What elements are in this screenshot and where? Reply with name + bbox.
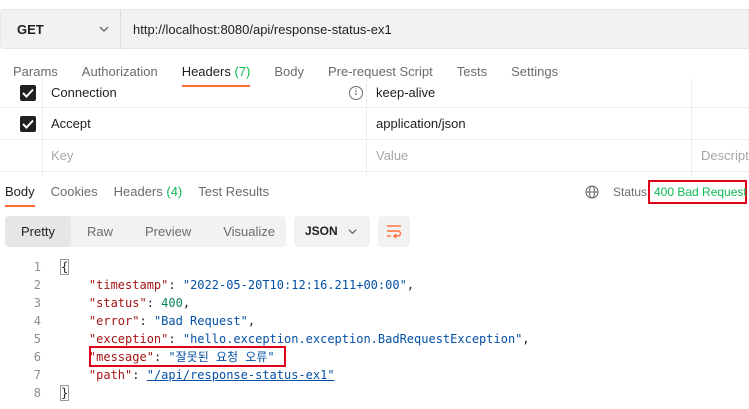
visualize-button[interactable]: Visualize — [207, 216, 291, 247]
checkbox-connection[interactable] — [20, 85, 36, 101]
json-key: "timestamp" — [88, 278, 169, 292]
status-value: 400 Bad Request — [654, 185, 747, 199]
table-row: Accept application/json — [0, 108, 749, 140]
tab-test-results[interactable]: Test Results — [190, 177, 277, 207]
url-text: http://localhost:8080/api/response-statu… — [133, 21, 392, 37]
header-value[interactable]: keep-alive — [376, 79, 435, 111]
table-row-new: Key Value Descript — [0, 140, 749, 172]
wrap-icon — [387, 225, 402, 239]
line-number: 8 — [33, 386, 41, 400]
raw-button[interactable]: Raw — [71, 216, 129, 247]
response-body-code: 1 { 2 "timestamp": "2022-05-20T10:12:16.… — [0, 258, 749, 402]
check-icon — [22, 119, 34, 129]
status-label: Status: — [613, 185, 651, 199]
pretty-button[interactable]: Pretty — [5, 216, 71, 247]
message-highlight-box — [89, 346, 286, 367]
json-value: "Bad Request" — [153, 314, 248, 328]
code-line: 1 { — [0, 258, 749, 276]
preview-button[interactable]: Preview — [129, 216, 207, 247]
description-input[interactable]: Descript — [701, 140, 749, 172]
header-key[interactable]: Accept — [51, 108, 91, 140]
open-brace: { — [60, 259, 70, 275]
response-headers-count: (4) — [166, 184, 183, 199]
header-value[interactable]: application/json — [376, 108, 466, 140]
code-line: 8 } — [0, 384, 749, 402]
tab-response-headers[interactable]: Headers (4) — [106, 177, 191, 207]
chevron-down-icon — [99, 26, 109, 32]
method-label: GET — [17, 21, 44, 37]
tab-response-body[interactable]: Body — [0, 177, 43, 207]
line-number: 1 — [33, 260, 41, 274]
url-input[interactable]: http://localhost:8080/api/response-statu… — [120, 9, 749, 49]
code-line: 3 "status": 400, — [0, 294, 749, 312]
json-value: "hello.exception.exception.BadRequestExc… — [182, 332, 523, 346]
json-key: "error" — [88, 314, 140, 328]
code-line: 4 "error": "Bad Request", — [0, 312, 749, 330]
checkbox-accept[interactable] — [20, 116, 36, 132]
check-icon — [22, 88, 34, 98]
line-number: 4 — [33, 314, 41, 328]
column-divider — [366, 79, 367, 176]
wrap-lines-button[interactable] — [378, 216, 410, 247]
json-link-value[interactable]: "/api/response-status-ex1" — [147, 368, 335, 382]
info-icon[interactable]: i — [349, 86, 363, 100]
headers-count: (7) — [234, 64, 251, 79]
json-value: 400 — [161, 296, 183, 310]
column-divider — [42, 79, 43, 176]
chevron-down-icon — [348, 229, 357, 235]
value-input[interactable]: Value — [376, 140, 408, 172]
format-select[interactable]: JSON — [294, 216, 370, 247]
json-value: "2022-05-20T10:12:16.211+00:00" — [182, 278, 407, 292]
key-input[interactable]: Key — [51, 140, 73, 172]
request-url-bar: GET http://localhost:8080/api/response-s… — [0, 9, 749, 49]
format-toolbar: Pretty Raw Preview Visualize — [5, 216, 286, 247]
json-key: "path" — [88, 368, 133, 382]
line-number: 5 — [33, 332, 41, 346]
headers-table: Connection i keep-alive Accept applicati… — [0, 79, 749, 172]
header-key[interactable]: Connection — [51, 79, 117, 111]
line-number: 7 — [33, 368, 41, 382]
json-key: "status" — [88, 296, 147, 310]
code-line: 2 "timestamp": "2022-05-20T10:12:16.211+… — [0, 276, 749, 294]
line-number: 2 — [33, 278, 41, 292]
tab-cookies[interactable]: Cookies — [43, 177, 106, 207]
close-brace: } — [60, 385, 70, 401]
globe-icon[interactable] — [585, 185, 599, 199]
format-select-value: JSON — [305, 224, 338, 238]
json-key: "exception" — [88, 332, 169, 346]
code-line: 7 "path": "/api/response-status-ex1" — [0, 366, 749, 384]
method-select[interactable]: GET — [0, 9, 120, 49]
line-number: 6 — [33, 350, 41, 364]
table-row: Connection i keep-alive — [0, 79, 749, 108]
line-number: 3 — [33, 296, 41, 310]
column-divider — [691, 79, 692, 176]
